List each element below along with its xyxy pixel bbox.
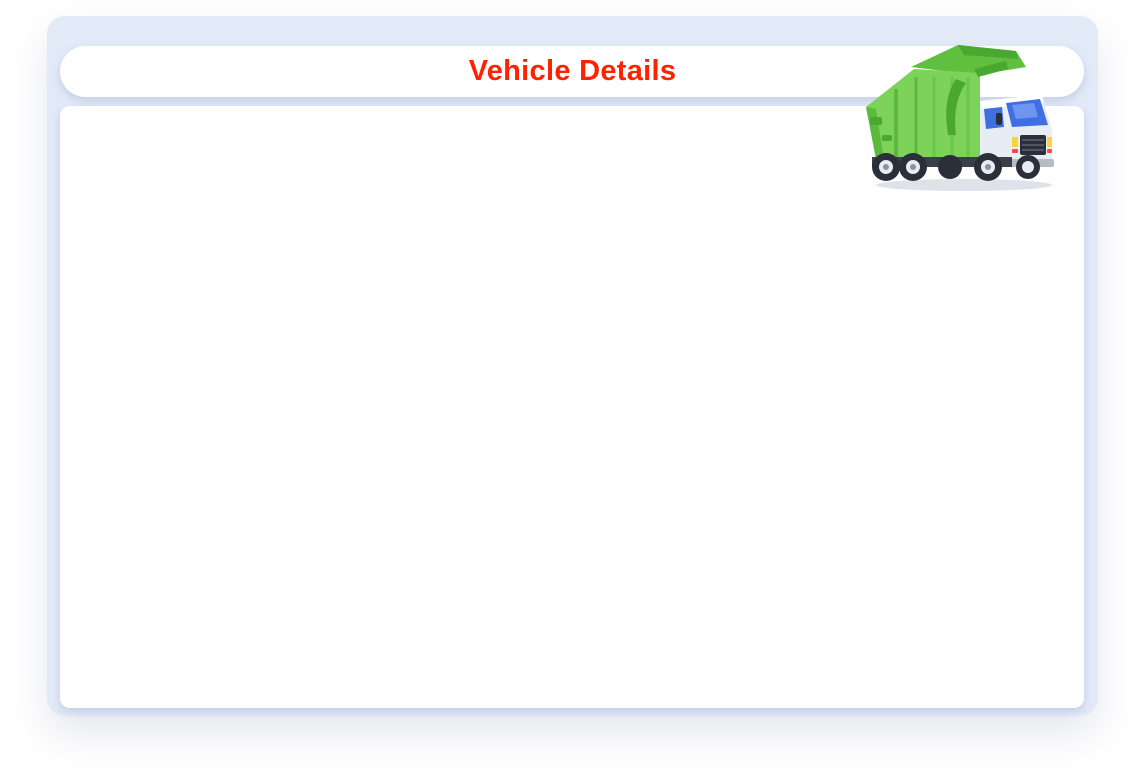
vehicle-details-content [60,106,1084,708]
garbage-truck-icon [866,45,1054,191]
vehicle-details-card: Vehicle Details [47,16,1098,716]
page-title: Vehicle Details [468,55,677,87]
